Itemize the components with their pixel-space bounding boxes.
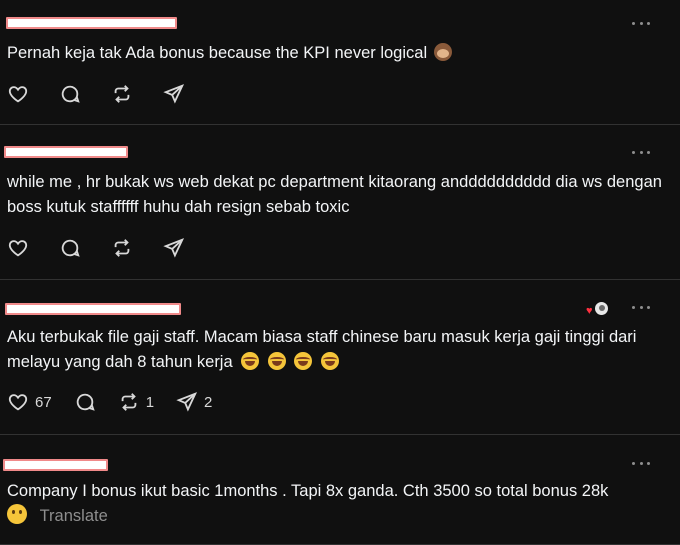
redacted-username: [3, 459, 108, 471]
share-button[interactable]: 2: [176, 391, 212, 413]
dot-icon: [647, 461, 650, 465]
reply-button[interactable]: [74, 391, 96, 413]
comment-icon: [76, 393, 95, 411]
share-button[interactable]: [163, 237, 185, 259]
post-text: Company I bonus ikut basic 1months . Tap…: [7, 482, 609, 525]
send-icon: [163, 84, 185, 104]
thread-post-1: Pernah keja tak Ada bonus because the KP…: [0, 0, 680, 125]
send-icon: [163, 238, 185, 258]
post-actions: [7, 236, 215, 260]
repost-count: 1: [145, 393, 155, 411]
rolling-on-floor-laughing-icon: [294, 352, 313, 370]
repost-button[interactable]: 1: [118, 391, 154, 413]
thread-post-4: Company I bonus ikut basic 1months . Tap…: [0, 435, 680, 545]
reply-button[interactable]: [59, 237, 81, 259]
like-count: 67: [35, 393, 52, 411]
rolling-on-floor-laughing-icon: [321, 352, 340, 370]
thread-post-2: while me , hr bukak ws web dekat pc depa…: [0, 125, 680, 280]
more-options-button[interactable]: [632, 20, 650, 26]
comment-icon: [61, 85, 80, 103]
dot-icon: [632, 150, 635, 154]
redacted-username: [4, 146, 128, 158]
repost-button[interactable]: [111, 237, 133, 259]
heart-icon: [8, 240, 28, 257]
dot-icon: [632, 461, 635, 465]
post-text: Pernah keja tak Ada bonus because the KP…: [7, 41, 666, 66]
dot-icon: [639, 461, 643, 465]
send-icon: [176, 392, 198, 412]
liked-by-author-indicator: ♥: [586, 300, 610, 318]
repost-button[interactable]: [111, 83, 133, 105]
post-text: while me , hr bukak ws web dekat pc depa…: [7, 173, 662, 216]
more-options-button[interactable]: [632, 304, 650, 310]
share-count: 2: [204, 393, 213, 411]
rolling-on-floor-laughing-icon: [241, 352, 260, 370]
dot-icon: [647, 150, 650, 154]
avatar: [593, 300, 610, 317]
dot-icon: [632, 21, 635, 25]
heart-icon: ♥: [586, 305, 593, 317]
hushed-face-icon: [7, 504, 27, 524]
dot-icon: [639, 150, 643, 154]
like-button[interactable]: 67: [7, 391, 52, 413]
dot-icon: [632, 305, 635, 309]
see-no-evil-monkey-icon: [433, 43, 452, 61]
like-button[interactable]: [7, 83, 29, 105]
heart-icon: [8, 86, 28, 103]
more-options-button[interactable]: [632, 149, 650, 155]
rolling-on-floor-laughing-icon: [267, 352, 286, 370]
dot-icon: [647, 305, 650, 309]
more-options-button[interactable]: [632, 460, 650, 466]
post-text: Aku terbukak file gaji staff. Macam bias…: [7, 328, 637, 371]
share-button[interactable]: [163, 83, 185, 105]
repost-icon: [121, 393, 137, 411]
repost-icon: [114, 239, 130, 257]
dot-icon: [639, 21, 643, 25]
redacted-username: [5, 303, 181, 315]
reply-button[interactable]: [59, 83, 81, 105]
heart-icon: [8, 394, 28, 411]
thread-post-3: ♥ Aku terbukak file gaji staff. Macam bi…: [0, 280, 680, 435]
dot-icon: [647, 21, 650, 25]
comment-icon: [61, 239, 80, 257]
repost-icon: [114, 85, 130, 103]
post-actions: 67 1 2: [7, 390, 242, 414]
post-actions: [7, 82, 215, 106]
dot-icon: [639, 305, 643, 309]
redacted-username: [6, 17, 177, 29]
like-button[interactable]: [7, 237, 29, 259]
translate-link[interactable]: Translate: [40, 507, 108, 525]
